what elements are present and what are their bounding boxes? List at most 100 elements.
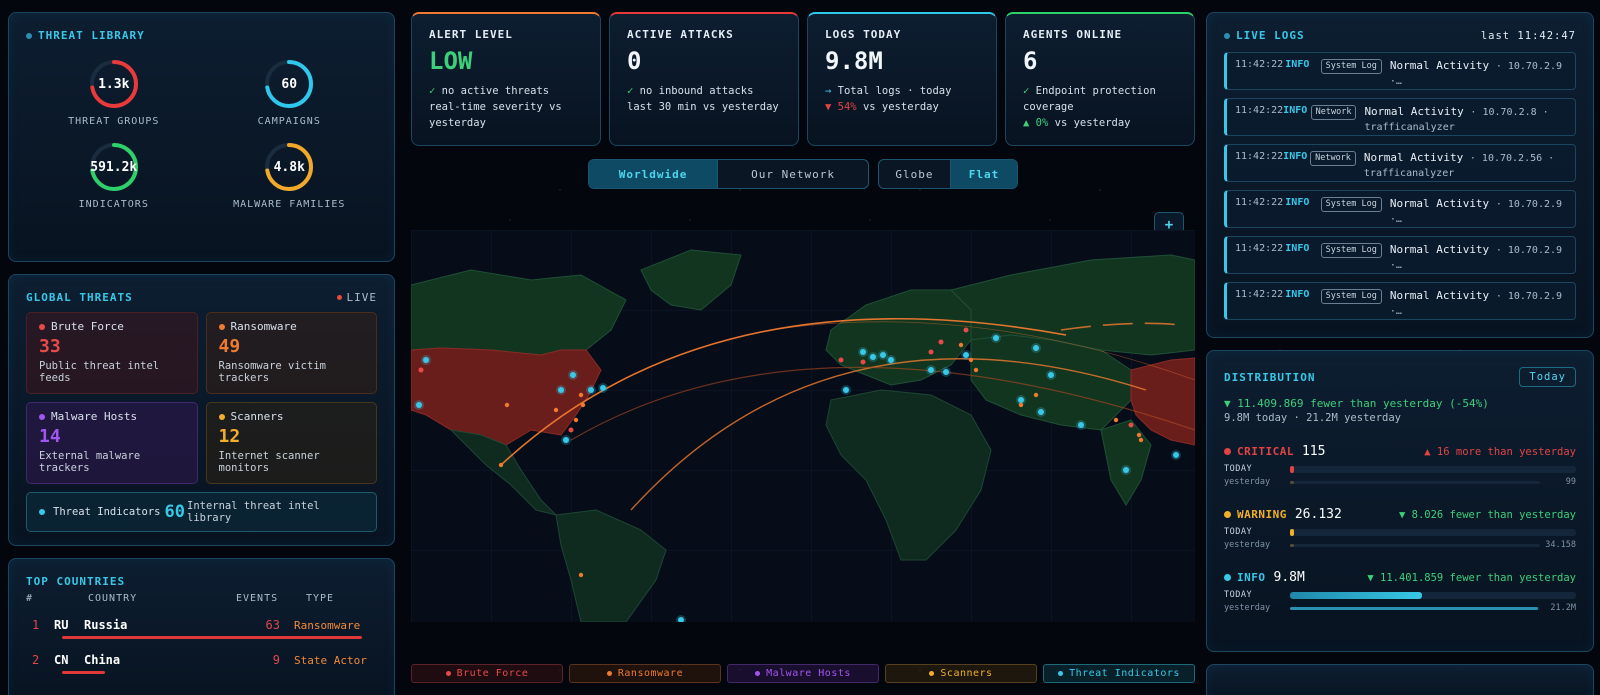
ransomware-marker[interactable] <box>1033 392 1039 398</box>
indicator-marker[interactable] <box>870 354 876 360</box>
log-list[interactable]: 11:42:22 INFO System Log Normal Activity… <box>1224 52 1576 320</box>
indicator-marker[interactable] <box>423 357 429 363</box>
table-row[interactable]: 1 RU Russia 63 Ransomware <box>26 618 377 639</box>
ransomware-marker[interactable] <box>498 462 504 468</box>
indicator-marker[interactable] <box>888 357 894 363</box>
legend-ransomware[interactable]: Ransomware <box>569 664 721 683</box>
brute-force-marker[interactable] <box>928 349 934 355</box>
table-row[interactable]: 2 CN China 9 State Actor <box>26 653 377 674</box>
tab-globe[interactable]: Globe <box>879 160 951 188</box>
indicator-marker[interactable] <box>1048 372 1054 378</box>
indicator-marker[interactable] <box>600 385 606 391</box>
indicator-marker[interactable] <box>843 387 849 393</box>
ransomware-marker[interactable] <box>1138 437 1144 443</box>
malware-families-stat[interactable]: 4.8k MALWARE FAMILIES <box>202 141 378 210</box>
threat-map[interactable] <box>411 230 1195 622</box>
indicator-marker[interactable] <box>588 387 594 393</box>
ransomware-marker[interactable] <box>973 367 979 373</box>
agents-online-value: 6 <box>1023 47 1038 75</box>
warning-yesterday-bar <box>1290 543 1540 547</box>
indicator-marker[interactable] <box>570 372 576 378</box>
brute-force-marker[interactable] <box>838 357 844 363</box>
alert-level-card[interactable]: ALERT LEVEL LOW ✓ no active threats real… <box>411 12 601 146</box>
top-countries-panel: TOP COUNTRIES # COUNTRY EVENTS TYPE 1 RU… <box>8 558 395 695</box>
threat-card-indicators[interactable]: Threat Indicators 60 Internal threat int… <box>26 492 377 532</box>
brute-force-marker[interactable] <box>568 427 574 433</box>
indicator-marker[interactable] <box>993 335 999 341</box>
campaigns-ring: 60 <box>263 58 315 110</box>
list-item[interactable]: 11:42:22 INFO System Log Normal Activity… <box>1224 236 1576 274</box>
ransomware-marker[interactable] <box>580 402 586 408</box>
indicator-marker[interactable] <box>963 352 969 358</box>
indicator-marker[interactable] <box>1018 397 1024 403</box>
legend-scanners[interactable]: Scanners <box>885 664 1037 683</box>
ransomware-marker[interactable] <box>1136 432 1142 438</box>
period-select-button[interactable]: Today <box>1519 367 1576 387</box>
ransomware-marker[interactable] <box>553 407 559 413</box>
scope-toggle: Worldwide Our Network <box>588 159 869 189</box>
malware-hosts-dot-icon <box>755 671 761 676</box>
brute-force-marker[interactable] <box>418 367 424 373</box>
indicator-marker[interactable] <box>416 402 422 408</box>
agents-online-card[interactable]: AGENTS ONLINE 6 ✓ Endpoint protection co… <box>1005 12 1195 146</box>
check-icon: ✓ <box>1023 85 1030 97</box>
ransomware-marker[interactable] <box>504 402 510 408</box>
brute-force-marker[interactable] <box>1128 422 1134 428</box>
indicator-marker[interactable] <box>558 387 564 393</box>
indicator-marker[interactable] <box>860 349 866 355</box>
threat-library-title: THREAT LIBRARY <box>26 29 377 42</box>
threat-card-malware-hosts[interactable]: Malware Hosts 14 External malware tracke… <box>26 402 198 484</box>
list-item[interactable]: 11:42:22 INFO System Log Normal Activity… <box>1224 190 1576 228</box>
list-item[interactable]: 11:42:22 INFO System Log Normal Activity… <box>1224 282 1576 320</box>
log-source-badge: System Log <box>1320 289 1382 304</box>
check-icon: ✓ <box>627 85 634 97</box>
distribution-critical: CRITICAL 115 ▲ 16 more than yesterday TO… <box>1224 444 1576 487</box>
info-today-bar <box>1290 591 1576 599</box>
arrow-right-icon: → <box>825 85 832 97</box>
last-update-time: last 11:42:47 <box>1480 29 1576 42</box>
indicator-marker[interactable] <box>1038 409 1044 415</box>
ransomware-marker[interactable] <box>573 417 579 423</box>
threat-library-panel: THREAT LIBRARY 1.3k THREAT GROUPS 60 CAM… <box>8 12 395 262</box>
legend-malware-hosts[interactable]: Malware Hosts <box>727 664 879 683</box>
info-yesterday-bar <box>1290 606 1540 610</box>
ransomware-marker[interactable] <box>578 392 584 398</box>
indicator-marker[interactable] <box>880 352 886 358</box>
indicator-marker[interactable] <box>928 367 934 373</box>
warning-dot-icon <box>1224 511 1231 518</box>
ransomware-marker[interactable] <box>958 342 964 348</box>
indicator-marker[interactable] <box>563 437 569 443</box>
brute-force-marker[interactable] <box>963 327 969 333</box>
campaigns-stat[interactable]: 60 CAMPAIGNS <box>202 58 378 127</box>
tab-flat[interactable]: Flat <box>950 160 1017 188</box>
list-item[interactable]: 11:42:22 INFO System Log Normal Activity… <box>1224 52 1576 90</box>
ransomware-marker[interactable] <box>968 357 974 363</box>
check-icon: ✓ <box>429 85 436 97</box>
threat-card-scanners[interactable]: Scanners 12 Internet scanner monitors <box>205 402 377 484</box>
brute-force-marker[interactable] <box>860 359 866 365</box>
ransomware-marker[interactable] <box>1113 417 1119 423</box>
indicator-marker[interactable] <box>1078 422 1084 428</box>
list-item[interactable]: 11:42:22 INFO Network Normal Activity · … <box>1224 98 1576 136</box>
indicators-stat[interactable]: 591.2k INDICATORS <box>26 141 202 210</box>
threat-groups-stat[interactable]: 1.3k THREAT GROUPS <box>26 58 202 127</box>
tab-worldwide[interactable]: Worldwide <box>589 160 719 188</box>
trend-down-icon: ▼ 54% <box>825 101 857 113</box>
ransomware-marker[interactable] <box>578 572 584 578</box>
active-attacks-card[interactable]: ACTIVE ATTACKS 0 ✓ no inbound attacks la… <box>609 12 799 146</box>
indicator-marker[interactable] <box>1173 452 1179 458</box>
distribution-info: INFO 9.8M ▼ 11.401.859 fewer than yester… <box>1224 570 1576 613</box>
list-item[interactable]: 11:42:22 INFO Network Normal Activity · … <box>1224 144 1576 182</box>
logs-today-card[interactable]: LOGS TODAY 9.8M → Total logs · today ▼ 5… <box>807 12 997 146</box>
threat-card-brute-force[interactable]: Brute Force 33 Public threat intel feeds <box>26 312 198 394</box>
ransomware-count: 49 <box>218 336 241 357</box>
legend-brute-force[interactable]: Brute Force <box>411 664 563 683</box>
tab-our-network[interactable]: Our Network <box>718 160 868 188</box>
brute-force-marker[interactable] <box>938 339 944 345</box>
legend-threat-indicators[interactable]: Threat Indicators <box>1043 664 1195 683</box>
ransomware-marker[interactable] <box>1018 402 1024 408</box>
indicator-marker[interactable] <box>943 369 949 375</box>
indicator-marker[interactable] <box>1123 467 1129 473</box>
indicator-marker[interactable] <box>1033 345 1039 351</box>
threat-card-ransomware[interactable]: Ransomware 49 Ransomware victim trackers <box>205 312 377 394</box>
